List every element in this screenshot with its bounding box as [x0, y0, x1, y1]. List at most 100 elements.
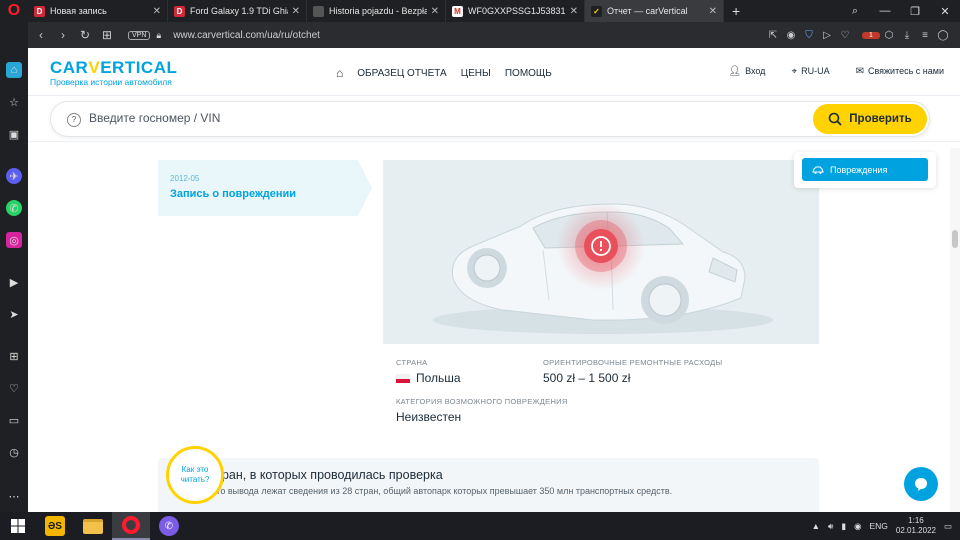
windows-start-button[interactable] — [0, 512, 36, 540]
browser-tab-strip: O D Новая запись ✕ D Ford Galaxy 1.9 TDi… — [0, 0, 960, 22]
browser-tab[interactable]: Historia pojazdu - Bezpłatn ✕ — [307, 0, 446, 22]
send-icon[interactable]: ➤ — [6, 306, 22, 322]
chat-button[interactable] — [904, 467, 938, 501]
snapshot-icon[interactable]: ▭ — [6, 412, 22, 428]
nav-sample-report[interactable]: ОБРАЗЕЦ ОТЧЕТА — [357, 68, 446, 79]
heart-icon[interactable]: ♡ — [836, 30, 854, 41]
browser-tab[interactable]: M WF0GXXPSSG1J53831 отч ✕ — [446, 0, 585, 22]
damage-category-value: Неизвестен — [396, 410, 462, 424]
main-nav: ⌂ ОБРАЗЕЦ ОТЧЕТА ЦЕНЫ ПОМОЩЬ — [336, 66, 552, 80]
speed-dial-icon[interactable]: ⌂ — [6, 62, 22, 78]
share-icon[interactable]: ⇱ — [764, 30, 782, 41]
easy-setup-icon[interactable]: ≡ — [916, 30, 934, 41]
login-link[interactable]: 👤︎ Вход — [728, 66, 765, 77]
opera-menu-icon[interactable]: O — [0, 0, 28, 22]
login-label: Вход — [745, 66, 766, 76]
country-value: Польша — [416, 371, 461, 385]
damages-section-chip[interactable]: Повреждения — [802, 158, 928, 181]
clock-time: 1:16 — [908, 516, 924, 526]
heart-icon[interactable]: ♡ — [6, 380, 22, 396]
check-button[interactable]: Проверить — [813, 104, 927, 134]
history-icon[interactable]: ◷ — [6, 444, 22, 460]
input-language[interactable]: ENG — [870, 521, 888, 531]
search-tabs-icon[interactable]: ⌕ — [840, 0, 870, 22]
new-tab-button[interactable]: + — [724, 3, 748, 19]
scrollbar-thumb[interactable] — [952, 230, 958, 248]
news-icon[interactable]: ☆ — [6, 94, 22, 110]
restore-icon[interactable]: ❐ — [900, 0, 930, 22]
cube-icon[interactable]: ⬡ — [880, 30, 898, 41]
battery-icon[interactable]: ▮ — [841, 521, 846, 532]
address-bar: ‹ › ↻ ⊞ VPN 🔒︎ www.carvertical.com/ua/ru… — [28, 22, 960, 48]
vin-search-input[interactable] — [89, 111, 689, 125]
language-selector[interactable]: ⌖ RU-UA — [791, 66, 829, 77]
workspaces-icon[interactable]: ⊞ — [6, 348, 22, 364]
damage-record-card[interactable]: 2012-05 Запись о повреждении — [158, 160, 372, 216]
how-to-read-line2: читать? — [180, 475, 210, 484]
chat-icon — [915, 478, 927, 491]
clock-date: 02.01.2022 — [895, 526, 936, 535]
browser-tab[interactable]: D Ford Galaxy 1.9 TDi Ghia AV ✕ — [168, 0, 307, 22]
countries-heading: ь стран, в которых проводилась проверка — [200, 468, 443, 482]
network-icon[interactable]: ◉ — [854, 521, 861, 532]
instagram-icon[interactable]: ◎ — [6, 232, 22, 248]
player-icon[interactable]: ▶ — [6, 274, 22, 290]
nav-prices[interactable]: ЦЕНЫ — [461, 68, 491, 79]
taskbar-viber[interactable]: ✆ — [150, 512, 188, 540]
close-tab-icon[interactable]: ✕ — [570, 6, 578, 17]
location-icon: ⌖ — [791, 66, 798, 77]
taskbar-file-explorer[interactable] — [74, 512, 112, 540]
account-icon[interactable]: ◯ — [934, 30, 952, 41]
check-button-label: Проверить — [849, 113, 912, 125]
page-scrollbar[interactable] — [950, 148, 960, 512]
camera-icon[interactable]: ◉ — [782, 30, 800, 41]
logo-tagline: Проверка истории автомобиля — [50, 77, 172, 87]
volume-icon[interactable]: 🔊︎ — [828, 521, 833, 532]
more-icon[interactable]: ⋯ — [6, 488, 22, 504]
close-tab-icon[interactable]: ✕ — [292, 6, 300, 17]
opera-icon — [122, 516, 140, 534]
whatsapp-icon[interactable]: ✆ — [6, 200, 22, 216]
bookmark-icon[interactable]: ▷ — [818, 30, 836, 41]
download-icon[interactable]: ⤓ — [898, 30, 916, 41]
close-tab-icon[interactable]: ✕ — [153, 6, 161, 17]
shield-icon[interactable]: ⛉ — [800, 30, 818, 41]
forward-icon[interactable]: › — [52, 28, 74, 42]
back-icon[interactable]: ‹ — [30, 28, 52, 42]
how-to-read-button[interactable]: Как это читать? — [166, 446, 224, 504]
folder-icon — [83, 518, 103, 534]
tab-title: Historia pojazdu - Bezpłatn — [329, 6, 427, 16]
carvertical-logo[interactable]: CARVERTICAL Проверка истории автомобиля — [50, 58, 177, 87]
browser-tab[interactable]: D Новая запись ✕ — [28, 0, 168, 22]
close-window-icon[interactable]: ✕ — [930, 0, 960, 22]
messenger-icon[interactable]: ✈ — [6, 168, 22, 184]
home-icon[interactable]: ⌂ — [336, 66, 343, 80]
lock-icon[interactable]: 🔒︎ — [156, 30, 161, 41]
reload-icon[interactable]: ↻ — [74, 28, 96, 42]
nav-help[interactable]: ПОМОЩЬ — [505, 68, 552, 79]
close-tab-icon[interactable]: ✕ — [431, 6, 439, 17]
browser-tab-active[interactable]: ✓ Отчет — carVertical ✕ — [585, 0, 724, 22]
minimize-icon[interactable]: — — [870, 0, 900, 22]
taskbar-opera[interactable] — [112, 512, 150, 540]
vin-search-bar: ? Проверить — [50, 101, 930, 137]
tray-overflow-icon[interactable]: ▲ — [812, 521, 820, 531]
countries-subtext: ашего вывода лежат сведения из 28 стран,… — [200, 486, 673, 496]
drive2-icon: D — [174, 5, 185, 17]
divider — [28, 141, 960, 142]
contact-link[interactable]: ✉ Свяжитесь с нами — [856, 66, 944, 77]
drive2-icon: D — [34, 5, 45, 17]
tabs-grid-icon[interactable]: ⊞ — [96, 28, 118, 42]
url-field[interactable]: www.carvertical.com/ua/ru/otchet — [173, 30, 320, 41]
system-tray: ▲ 🔊︎ ▮ ◉ ENG 1:16 02.01.2022 ▭ — [812, 516, 960, 535]
help-icon[interactable]: ? — [67, 113, 81, 127]
shopping-icon[interactable]: ▣ — [6, 126, 22, 142]
vpn-badge[interactable]: VPN — [128, 30, 151, 40]
viber-icon: ✆ — [159, 516, 179, 536]
damages-chip-label: Повреждения — [830, 164, 888, 175]
clock[interactable]: 1:16 02.01.2022 — [896, 516, 936, 535]
notifications-icon[interactable]: ▭ — [944, 521, 952, 532]
extension-icon[interactable]: 1 — [862, 31, 880, 39]
taskbar-app-launcher[interactable]: ƏS — [36, 512, 74, 540]
close-tab-icon[interactable]: ✕ — [709, 6, 717, 17]
